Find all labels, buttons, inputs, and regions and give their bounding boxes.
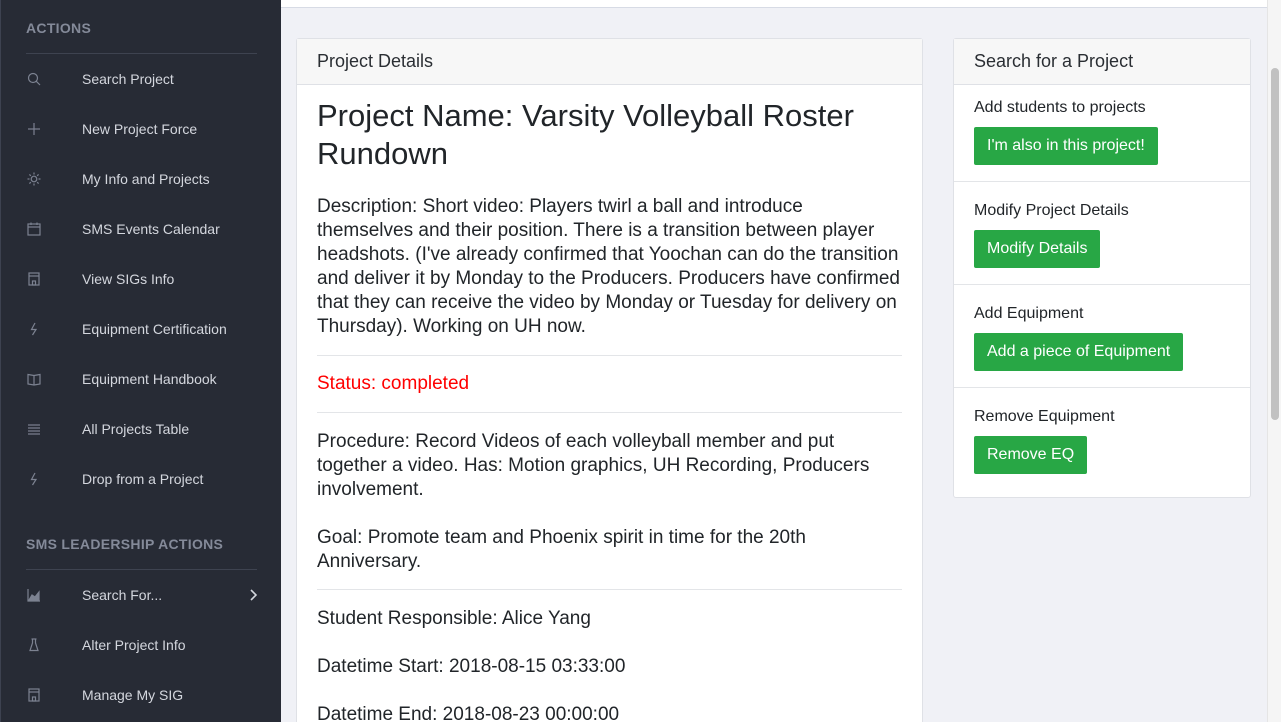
sidebar-item-search-project[interactable]: Search Project: [1, 59, 282, 99]
lightning-icon: [26, 321, 42, 337]
project-name: Project Name: Varsity Volleyball Roster …: [317, 98, 854, 171]
modify-details-label: Modify Project Details: [974, 202, 1129, 219]
sidebar-item-drop-from-project[interactable]: Drop from a Project: [1, 459, 282, 499]
add-students-label: Add students to projects: [974, 99, 1146, 116]
card-header: Search for a Project: [954, 39, 1250, 85]
sidebar-item-label: Equipment Handbook: [82, 371, 217, 387]
flask-icon: [26, 637, 42, 653]
student-responsible: Student Responsible: Alice Yang: [317, 608, 591, 629]
sidebar-item-new-project-force[interactable]: New Project Force: [1, 109, 282, 149]
status-text: Status: completed: [317, 373, 470, 394]
datetime-end: Datetime End: 2018-08-23 00:00:00: [317, 704, 620, 722]
sidebar-item-manage-my-sig[interactable]: Manage My SIG: [1, 675, 282, 715]
sidebar-item-all-projects-table[interactable]: All Projects Table: [1, 409, 282, 449]
page-scrollbar[interactable]: [1267, 0, 1281, 722]
sidebar: ACTIONS Search Project New Project Force…: [0, 0, 281, 722]
divider: [954, 387, 1250, 388]
add-equipment-button[interactable]: Add a piece of Equipment: [974, 333, 1184, 371]
sidebar-item-label: New Project Force: [82, 121, 198, 137]
card-header: Project Details: [297, 39, 922, 85]
project-details-card: Project Details Project Name: Varsity Vo…: [296, 38, 923, 722]
divider: [317, 355, 902, 356]
sidebar-item-label: View SIGs Info: [82, 271, 175, 287]
sidebar-divider: [26, 53, 257, 54]
actions-heading: ACTIONS: [26, 20, 92, 36]
plus-icon: [26, 121, 42, 137]
search-icon: [26, 71, 42, 87]
sidebar-item-label: Manage My SIG: [82, 687, 184, 703]
book-icon: [26, 371, 42, 387]
chevron-right-icon: [247, 588, 259, 602]
remove-equipment-button[interactable]: Remove EQ: [974, 436, 1088, 474]
scrollbar-thumb[interactable]: [1271, 68, 1279, 420]
search-project-card: Search for a Project Add students to pro…: [953, 38, 1251, 498]
sidebar-item-my-info[interactable]: My Info and Projects: [1, 159, 282, 199]
sidebar-divider: [26, 569, 257, 570]
datetime-start: Datetime Start: 2018-08-15 03:33:00: [317, 656, 626, 677]
calendar-icon: [26, 221, 42, 237]
sidebar-item-label: Search For...: [82, 587, 163, 603]
sidebar-item-label: Search Project: [82, 71, 174, 87]
sidebar-item-view-sigs[interactable]: View SIGs Info: [1, 259, 282, 299]
sidebar-item-events-calendar[interactable]: SMS Events Calendar: [1, 209, 282, 249]
divider: [317, 412, 902, 413]
sidebar-item-equipment-handbook[interactable]: Equipment Handbook: [1, 359, 282, 399]
sidebar-item-equipment-certification[interactable]: Equipment Certification: [1, 309, 282, 349]
sidebar-item-label: SMS Events Calendar: [82, 221, 220, 237]
sidebar-item-label: Equipment Certification: [82, 321, 227, 337]
divider: [954, 181, 1250, 182]
sidebar-item-label: My Info and Projects: [82, 171, 210, 187]
top-bar: [281, 0, 1268, 8]
sidebar-item-label: Alter Project Info: [82, 637, 186, 653]
building-icon: [26, 271, 42, 287]
sidebar-item-label: All Projects Table: [82, 421, 190, 437]
divider: [317, 589, 902, 590]
add-equipment-label: Add Equipment: [974, 305, 1084, 322]
sun-icon: [26, 171, 42, 187]
divider: [954, 284, 1250, 285]
remove-equipment-label: Remove Equipment: [974, 408, 1115, 425]
project-goal: Goal: Promote team and Phoenix spirit in…: [317, 527, 806, 572]
sidebar-item-search-for[interactable]: Search For...: [1, 575, 282, 615]
project-procedure: Procedure: Record Videos of each volleyb…: [317, 431, 870, 500]
area-chart-icon: [26, 587, 42, 603]
lightning-icon: [26, 471, 42, 487]
join-project-button[interactable]: I'm also in this project!: [974, 127, 1158, 165]
leadership-heading: SMS LEADERSHIP ACTIONS: [26, 536, 224, 552]
project-description: Description: Short video: Players twirl …: [317, 196, 900, 337]
sidebar-item-alter-project-info[interactable]: Alter Project Info: [1, 625, 282, 665]
building-icon: [26, 687, 42, 703]
modify-details-button[interactable]: Modify Details: [974, 230, 1101, 268]
sidebar-item-label: Drop from a Project: [82, 471, 204, 487]
list-icon: [26, 421, 42, 437]
